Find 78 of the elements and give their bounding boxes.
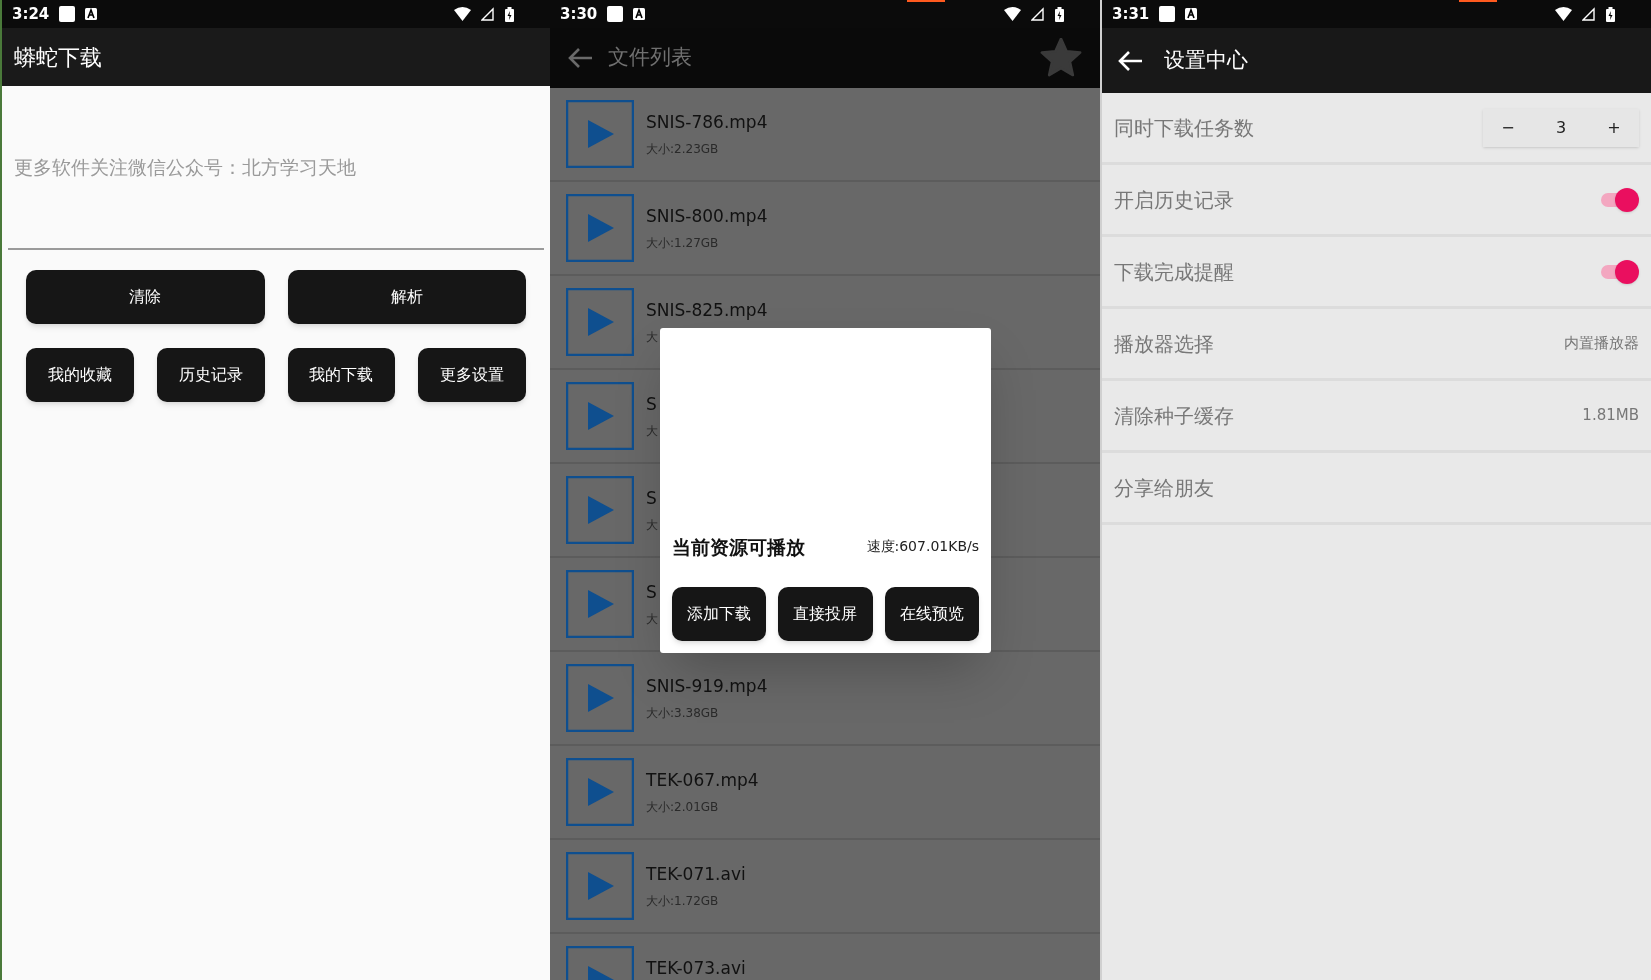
settings-row[interactable]: 播放器选择 内置播放器	[1102, 309, 1651, 381]
play-icon	[566, 570, 634, 638]
setting-label: 清除种子缓存	[1114, 402, 1234, 430]
stepper-value: 3	[1554, 116, 1568, 139]
decrease-button[interactable]: −	[1483, 108, 1533, 147]
settings-row[interactable]: 开启历史记录	[1102, 165, 1651, 237]
toggle-switch[interactable]	[1599, 258, 1639, 285]
file-size: 大	[646, 328, 659, 346]
square-notification-icon	[607, 6, 624, 22]
app-title: 蟒蛇下载	[14, 43, 102, 72]
settings-row[interactable]: 同时下载任务数 − 3 +	[1102, 93, 1651, 165]
file-name: TEK-067.mp4	[646, 769, 759, 792]
setting-value: 内置播放器	[1564, 333, 1639, 355]
settings-row[interactable]: 分享给朋友	[1102, 453, 1651, 525]
setting-label: 播放器选择	[1114, 330, 1214, 358]
file-name: S	[646, 487, 658, 510]
screen-title: 设置中心	[1164, 46, 1248, 74]
screen-title: 文件列表	[608, 44, 692, 72]
star-icon[interactable]	[1040, 38, 1082, 78]
play-icon	[566, 288, 634, 356]
setting-label: 同时下载任务数	[1114, 114, 1254, 142]
a-letter-box-icon	[633, 8, 646, 20]
file-name: SNIS-800.mp4	[646, 205, 768, 228]
signal-icon	[481, 7, 495, 21]
settings-row[interactable]: 清除种子缓存 1.81MB	[1102, 381, 1651, 453]
play-icon	[566, 664, 634, 732]
menu-button[interactable]: 更多设置	[418, 348, 526, 402]
file-size: 大小:1.27GB	[646, 234, 720, 252]
setting-label: 分享给朋友	[1114, 474, 1214, 502]
play-icon	[566, 382, 634, 450]
wifi-icon	[1004, 7, 1021, 21]
file-size: 大小:2.23GB	[646, 140, 720, 158]
signal-icon	[1031, 7, 1045, 21]
file-name: S	[646, 393, 658, 416]
file-name: S	[646, 581, 658, 604]
battery-icon	[1055, 6, 1064, 22]
play-icon	[566, 194, 634, 262]
file-size: 大小:2.01GB	[646, 798, 720, 816]
dialog-title: 当前资源可播放	[672, 534, 805, 560]
file-name: TEK-071.avi	[646, 863, 746, 886]
clock-time: 3:30	[560, 3, 598, 25]
clock-time: 3:31	[1112, 3, 1150, 25]
play-icon	[566, 758, 634, 826]
toggle-switch[interactable]	[1599, 186, 1639, 213]
play-icon	[566, 852, 634, 920]
setting-value: 1.81MB	[1582, 405, 1639, 427]
action-button[interactable]: 清除	[26, 270, 265, 324]
play-icon	[566, 100, 634, 168]
link-input-field[interactable]: 更多软件关注微信公众号：北方学习天地	[8, 86, 544, 250]
play-icon	[566, 476, 634, 544]
file-name: TEK-073.avi	[646, 957, 746, 980]
battery-icon	[1606, 6, 1615, 22]
file-name: SNIS-786.mp4	[646, 111, 768, 134]
battery-icon	[505, 6, 514, 22]
dialog-button[interactable]: 添加下载	[672, 587, 767, 641]
setting-label: 开启历史记录	[1114, 186, 1234, 214]
dialog-button[interactable]: 在线预览	[884, 587, 979, 641]
file-size: 大小:3.38GB	[646, 704, 720, 722]
a-letter-box-icon	[85, 8, 98, 20]
increase-button[interactable]: +	[1589, 108, 1639, 147]
menu-button[interactable]: 我的下载	[287, 348, 396, 402]
wifi-icon	[1555, 7, 1572, 21]
menu-button[interactable]: 我的收藏	[26, 348, 134, 402]
file-name: SNIS-825.mp4	[646, 299, 768, 322]
action-button[interactable]: 解析	[287, 270, 526, 324]
download-speed: 速度:607.01KB/s	[866, 537, 979, 557]
clock-time: 3:24	[12, 3, 50, 25]
wifi-icon	[454, 7, 471, 21]
square-notification-icon	[59, 6, 76, 22]
file-size: 大小:1.72GB	[646, 892, 720, 910]
square-notification-icon	[1159, 6, 1176, 22]
setting-label: 下载完成提醒	[1114, 258, 1234, 286]
file-name: SNIS-919.mp4	[646, 675, 768, 698]
menu-button[interactable]: 历史记录	[156, 348, 265, 402]
dialog-button[interactable]: 直接投屏	[778, 587, 873, 641]
settings-row[interactable]: 下载完成提醒	[1102, 237, 1651, 309]
a-letter-box-icon	[1185, 8, 1198, 20]
signal-icon	[1582, 7, 1596, 21]
